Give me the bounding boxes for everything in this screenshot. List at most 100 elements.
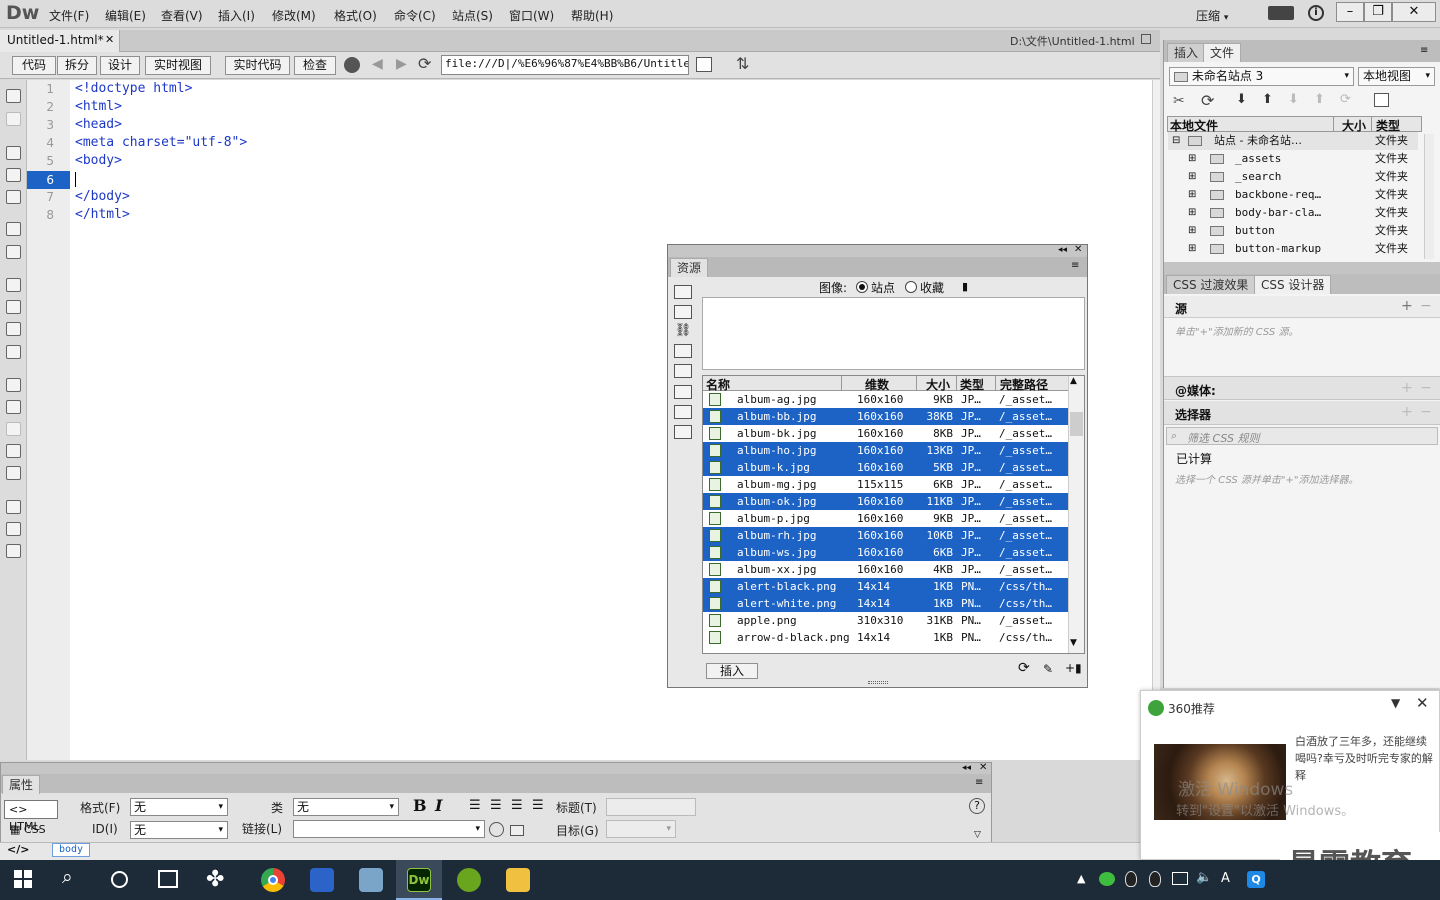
windows-start-icon[interactable] [14, 870, 32, 888]
collapse-full-tag-icon[interactable] [6, 146, 21, 160]
indent-code-icon[interactable] [6, 500, 21, 514]
live-code-button[interactable]: 实时代码 [225, 56, 290, 75]
split-view-button[interactable]: 拆分 [57, 56, 97, 75]
asset-row[interactable]: album-ws.jpg 160x160 6KB JP… /_asset… [703, 544, 1068, 561]
templates-category-icon[interactable] [674, 405, 692, 419]
asset-row[interactable]: album-ag.jpg 160x160 9KB JP… /_asset… [703, 391, 1068, 408]
file-tree-item[interactable]: ⊞ _search 文件夹 [1168, 168, 1418, 186]
add-media-icon[interactable]: + [1401, 380, 1413, 396]
collapse-panel-icon[interactable]: ◂◂ [1058, 245, 1067, 255]
news-headline[interactable]: 白酒放了三年多，还能继续喝吗?幸亏及时听完专家的解释 [1295, 733, 1433, 784]
images-category-icon[interactable] [674, 285, 692, 299]
site-select[interactable]: 未命名站点 3 ▾ [1169, 67, 1354, 86]
restore-doc-icon[interactable] [1141, 34, 1151, 44]
asset-row[interactable]: album-ok.jpg 160x160 11KB JP… /_asset… [703, 493, 1068, 510]
outdent-code-icon[interactable] [6, 522, 21, 536]
unordered-list-icon[interactable]: ☰ [469, 798, 481, 813]
asset-row[interactable]: album-bk.jpg 160x160 8KB JP… /_asset… [703, 425, 1068, 442]
remove-media-icon[interactable]: − [1420, 380, 1432, 396]
menu-help[interactable]: 帮助(H) [571, 7, 613, 24]
collapse-selection-icon[interactable] [6, 168, 21, 182]
close-window-button[interactable]: ✕ [1392, 2, 1436, 22]
scroll-down-icon[interactable]: ▼ [1070, 638, 1077, 648]
format-select[interactable]: 无 ▾ [130, 798, 228, 816]
workspace-switcher[interactable]: 压缩 ▾ [1196, 7, 1228, 24]
italic-button[interactable]: I [435, 796, 442, 815]
asset-row[interactable]: album-p.jpg 160x160 9KB JP… /_asset… [703, 510, 1068, 527]
highlight-invalid-code-icon[interactable] [6, 300, 21, 314]
format-source-code-icon[interactable] [6, 544, 21, 558]
document-tab[interactable]: Untitled-1.html* ✕ [0, 30, 120, 52]
input-method-icon[interactable]: A [1221, 871, 1230, 886]
word-app-icon[interactable] [310, 868, 334, 892]
computed-label[interactable]: 已计算 [1176, 450, 1212, 467]
asset-row[interactable]: arrow-d-black.png 14x14 1KB PN… /css/th… [703, 629, 1068, 646]
volume-icon[interactable]: 🔈 [1196, 870, 1212, 885]
scroll-up-icon[interactable]: ▲ [1070, 376, 1077, 386]
assets-panel-titlebar[interactable] [668, 245, 1087, 257]
menu-edit[interactable]: 编辑(E) [105, 7, 146, 24]
expand-icon[interactable]: ⊞ [1188, 240, 1196, 258]
disconnect-icon[interactable]: ✂ [1173, 93, 1185, 109]
cortana-icon[interactable] [111, 871, 128, 888]
move-css-icon[interactable] [6, 466, 21, 480]
wrap-tag-icon[interactable] [6, 422, 21, 436]
view-select[interactable]: 本地视图 ▾ [1358, 67, 1435, 86]
file-tree-item[interactable]: ⊞ body-bar-cla… 文件夹 [1168, 204, 1418, 222]
select-parent-tag-icon[interactable] [6, 222, 21, 236]
file-explorer-icon[interactable] [506, 868, 530, 892]
bookmark-icon[interactable]: ▮ [962, 280, 968, 293]
menu-format[interactable]: 格式(O) [334, 7, 377, 24]
expand-all-icon[interactable] [6, 190, 21, 204]
resize-grip[interactable] [868, 681, 888, 684]
menu-window[interactable]: 窗口(W) [509, 7, 554, 24]
code-view-button[interactable]: 代码 [12, 56, 56, 75]
refresh-site-list-icon[interactable]: ⟳ [1018, 660, 1030, 676]
tray-expand-icon[interactable]: ▲ [1077, 872, 1085, 885]
target-select[interactable]: ▾ [606, 820, 676, 838]
css-rule-filter-input[interactable]: ⌕ 筛选 CSS 规则 [1166, 427, 1438, 445]
css-mode-button[interactable]: ▦ CSS [10, 823, 46, 836]
word-wrap-icon[interactable] [6, 322, 21, 336]
panel-menu-icon[interactable]: ≡ [1420, 45, 1428, 56]
properties-titlebar[interactable] [1, 763, 991, 774]
video-category-icon[interactable] [674, 364, 692, 378]
colors-category-icon[interactable] [674, 305, 692, 319]
expand-icon[interactable]: ⊞ [1188, 168, 1196, 186]
tab-css-designer[interactable]: CSS 设计器 [1254, 275, 1332, 294]
get-files-icon[interactable]: ⬇ [1236, 92, 1247, 107]
file-management-icon[interactable]: ⇅ [736, 54, 749, 73]
check-in-icon[interactable]: ⬆ [1314, 92, 1325, 107]
media-category-icon[interactable] [674, 344, 692, 358]
tab-files[interactable]: 文件 [1203, 43, 1242, 62]
close-panel-icon[interactable]: ✕ [1074, 244, 1082, 255]
menu-modify[interactable]: 修改(M) [272, 7, 316, 24]
menu-insert[interactable]: 插入(I) [218, 7, 255, 24]
browse-folder-icon[interactable] [510, 825, 524, 836]
link-input[interactable]: ▾ [293, 820, 485, 838]
close-panel-icon[interactable]: ✕ [979, 762, 987, 773]
expand-panel-icon[interactable] [1374, 93, 1389, 107]
add-to-favorites-icon[interactable]: +▮ [1065, 661, 1082, 675]
popup-menu-icon[interactable]: ▼ [1391, 696, 1400, 710]
asset-row[interactable]: alert-white.png 14x14 1KB PN… /css/th… [703, 595, 1068, 612]
refresh-icon[interactable]: ⟳ [418, 54, 431, 73]
remove-selector-icon[interactable]: − [1420, 404, 1432, 420]
search-icon[interactable]: ⌕ [62, 866, 73, 888]
panel-menu-icon[interactable]: ≡ [975, 777, 983, 788]
minimize-button[interactable]: – [1336, 2, 1364, 22]
expand-icon[interactable]: ⊞ [1188, 222, 1196, 240]
collapse-icon[interactable]: ⊟ [1172, 132, 1180, 150]
task-view-icon[interactable] [158, 870, 178, 888]
add-source-icon[interactable]: + [1401, 298, 1413, 314]
file-tree-item[interactable]: ⊞ button 文件夹 [1168, 222, 1418, 240]
edit-asset-icon[interactable]: ✎ [1043, 662, 1053, 676]
sync-settings-icon[interactable] [1268, 6, 1294, 20]
pinwheel-app-icon[interactable]: ✤ [206, 867, 224, 892]
asset-row[interactable]: apple.png 310x310 31KB PN… /_asset… [703, 612, 1068, 629]
apply-comment-icon[interactable] [6, 378, 21, 392]
refresh-files-icon[interactable]: ⟳ [1201, 91, 1214, 110]
indent-icon[interactable]: ☰ [532, 798, 544, 813]
menu-site[interactable]: 站点(S) [452, 7, 493, 24]
title-input[interactable] [606, 798, 696, 816]
